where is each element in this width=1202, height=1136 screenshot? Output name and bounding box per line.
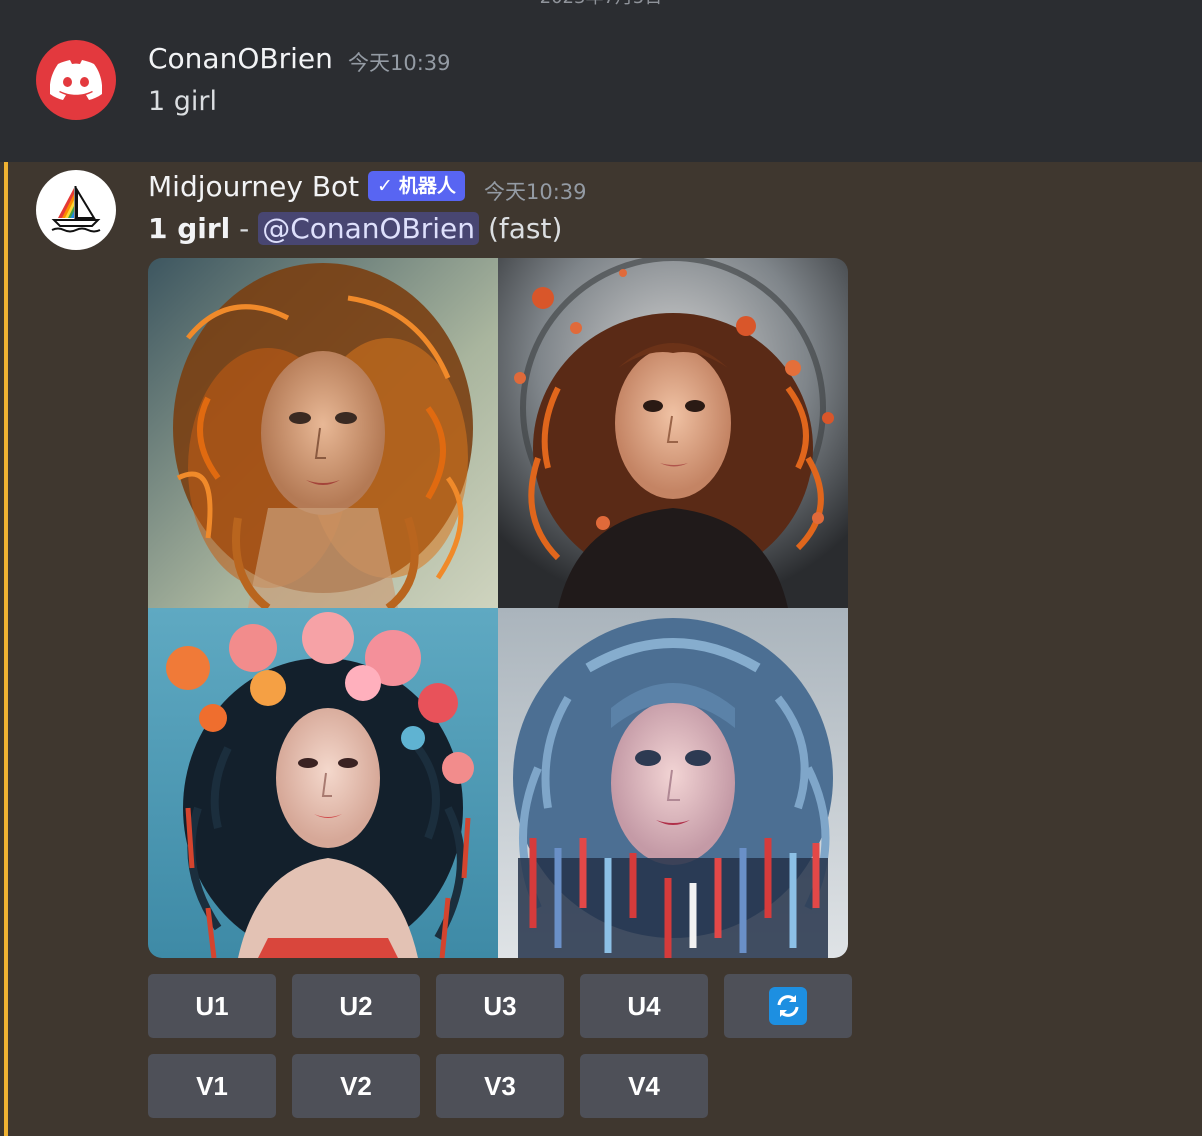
user-message: 2023年7月5日 ConanOBrien 今天10:39 1 girl [0, 0, 1202, 162]
upscale-1-button[interactable]: U1 [148, 974, 276, 1038]
variation-2-button[interactable]: V2 [292, 1054, 420, 1118]
user-author-name[interactable]: ConanOBrien [148, 42, 333, 75]
reroll-button[interactable] [724, 974, 852, 1038]
sailboat-logo-icon [51, 186, 101, 233]
image-tile-2[interactable] [498, 258, 848, 608]
bot-badge: ✓ 机器人 [368, 171, 465, 201]
upscale-4-button[interactable]: U4 [580, 974, 708, 1038]
bot-timestamp: 今天10:39 [484, 180, 587, 204]
variation-3-button[interactable]: V3 [436, 1054, 564, 1118]
user-mention[interactable]: @ConanOBrien [258, 212, 480, 245]
user-avatar[interactable] [36, 40, 116, 120]
prompt-separator: - [230, 212, 259, 245]
variation-4-button[interactable]: V4 [580, 1054, 708, 1118]
date-divider: 2023年7月5日 [0, 0, 1202, 10]
bot-message: Midjourney Bot ✓ 机器人 今天10:39 1 girl - @Co… [0, 162, 1202, 1136]
bot-author-name[interactable]: Midjourney Bot [148, 170, 359, 203]
image-tile-1[interactable] [148, 258, 498, 608]
upscale-3-button[interactable]: U3 [436, 974, 564, 1038]
discord-logo-icon [50, 60, 102, 100]
user-timestamp: 今天10:39 [348, 51, 451, 75]
image-tile-4[interactable] [498, 608, 848, 958]
bot-badge-label: 机器人 [398, 175, 456, 197]
verified-check-icon: ✓ [377, 175, 393, 197]
user-message-content: 1 girl [148, 86, 218, 117]
refresh-icon [769, 987, 807, 1025]
bot-avatar[interactable] [36, 170, 116, 250]
image-tile-3[interactable] [148, 608, 498, 958]
upscale-2-button[interactable]: U2 [292, 974, 420, 1038]
prompt-text: 1 girl [148, 212, 231, 245]
mention-highlight-bar [4, 162, 8, 1136]
generation-mode: (fast) [487, 212, 563, 245]
variation-1-button[interactable]: V1 [148, 1054, 276, 1118]
bot-prompt-line: 1 girl - @ConanOBrien (fast) [148, 212, 562, 245]
image-grid[interactable] [148, 258, 848, 958]
